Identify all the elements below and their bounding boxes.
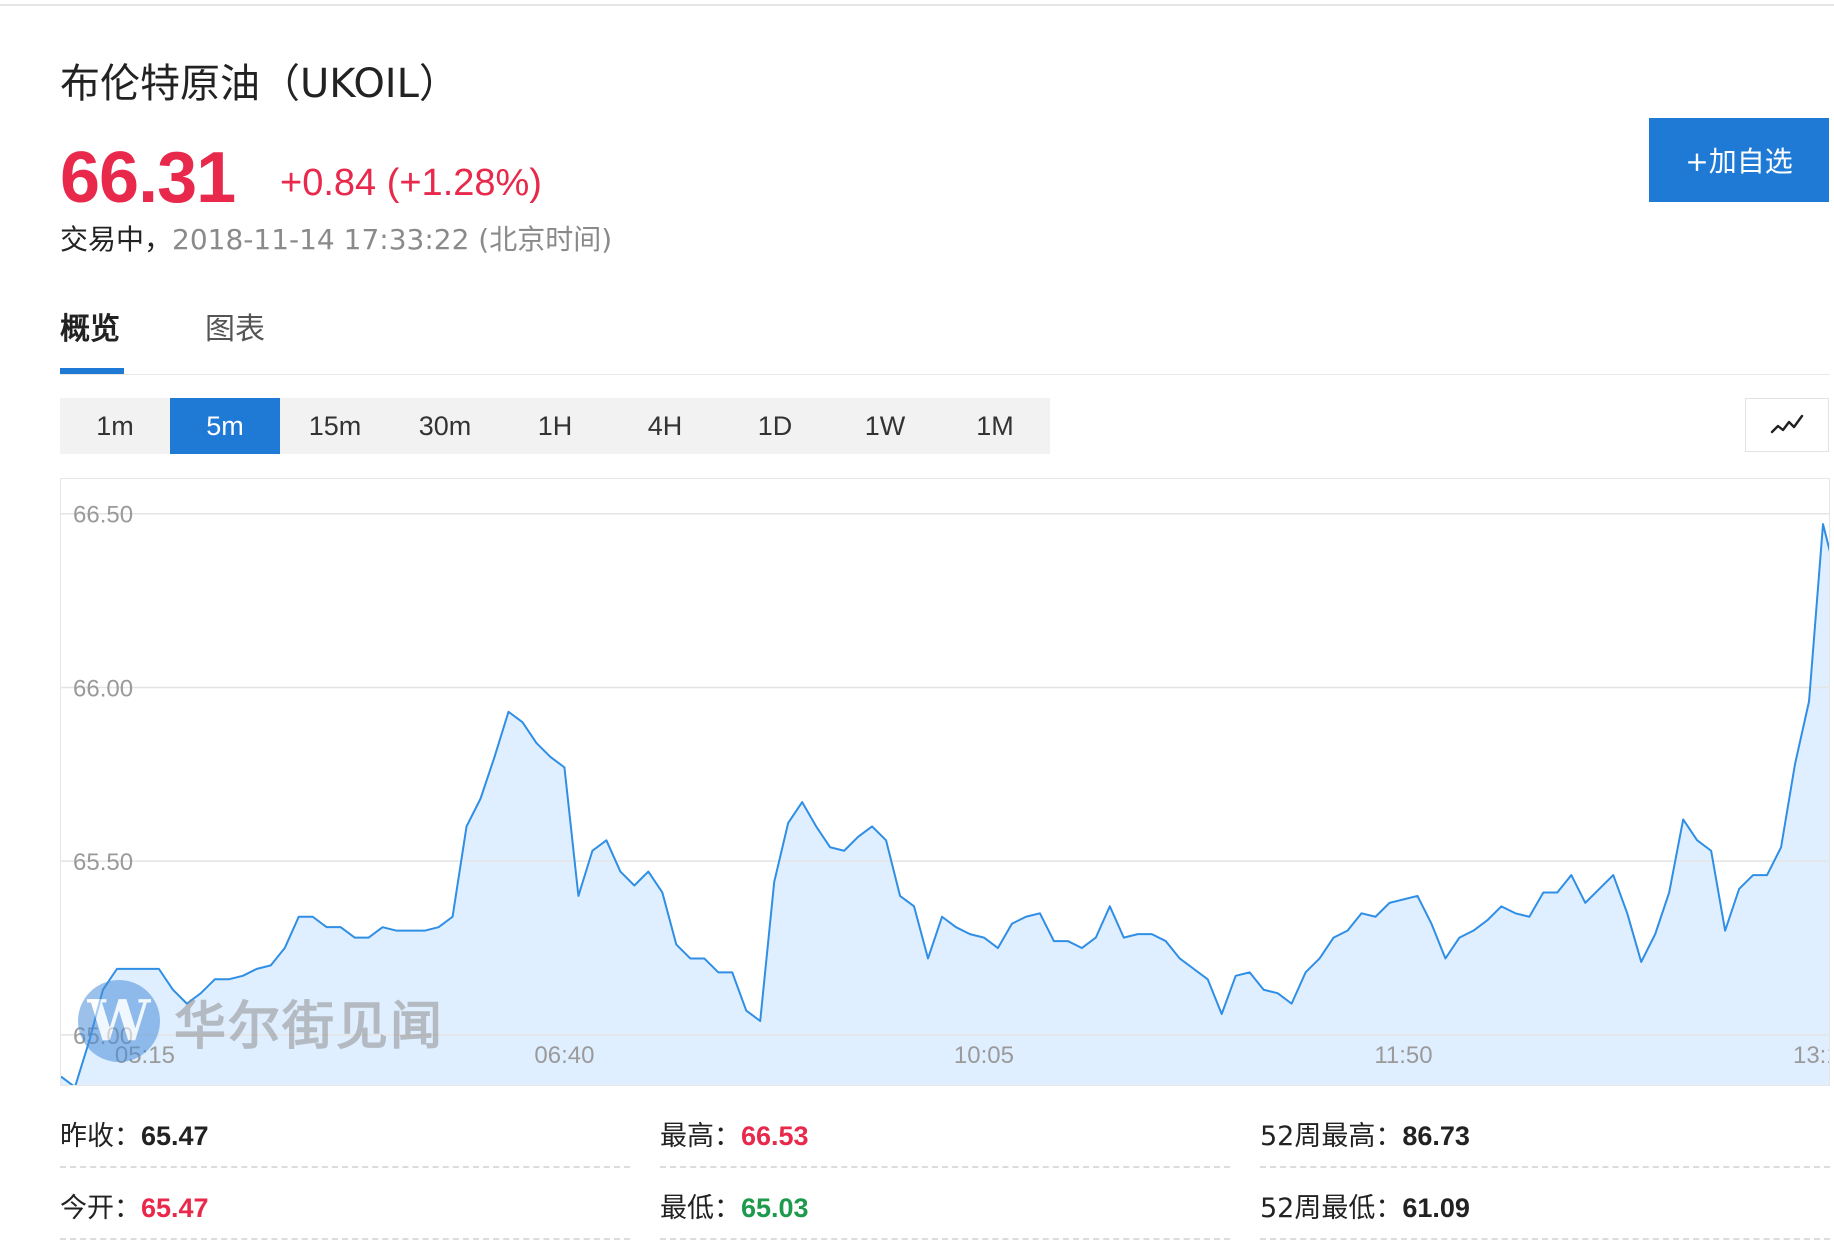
- tab-overview[interactable]: 概览: [60, 310, 120, 350]
- trading-status-line: 交易中，2018-11-14 17:33:22 (北京时间): [60, 220, 612, 260]
- top-divider: [0, 4, 1834, 6]
- interval-1d[interactable]: 1D: [720, 398, 830, 454]
- current-price: 66.31: [60, 138, 236, 218]
- tab-chart[interactable]: 图表: [205, 310, 265, 350]
- stat-label: 昨收：: [60, 1121, 141, 1152]
- y-tick-label: 66.00: [73, 675, 133, 702]
- stat-prev-close: 昨收：65.47: [60, 1108, 630, 1168]
- x-tick-label: 10:05: [954, 1042, 1014, 1069]
- active-tab-indicator: [60, 368, 124, 374]
- stat-52w-low: 52周最低：61.09: [1260, 1180, 1830, 1240]
- stat-open: 今开：65.47: [60, 1180, 630, 1240]
- add-to-watchlist-button[interactable]: +加自选: [1649, 118, 1829, 202]
- line-chart-icon: [1770, 414, 1804, 434]
- stat-value: 61.09: [1402, 1193, 1470, 1223]
- stat-label: 52周最低：: [1260, 1193, 1403, 1224]
- interval-1w[interactable]: 1W: [830, 398, 940, 454]
- chart-type-toggle[interactable]: [1745, 398, 1829, 452]
- stat-label: 52周最高：: [1260, 1121, 1403, 1152]
- interval-4h[interactable]: 4H: [610, 398, 720, 454]
- page-title: 布伦特原油（UKOIL）: [60, 61, 459, 107]
- stat-value: 86.73: [1402, 1121, 1470, 1151]
- trading-status: 交易中，: [60, 223, 173, 256]
- stat-value: 65.03: [741, 1193, 809, 1223]
- y-tick-label: 65.50: [73, 849, 133, 876]
- x-tick-label: 11:50: [1374, 1042, 1432, 1069]
- interval-selector: 1m 5m 15m 30m 1H 4H 1D 1W 1M: [60, 398, 1050, 454]
- watermark: W 华尔街见闻: [78, 980, 444, 1062]
- tab-bar: 概览 图表: [60, 300, 1830, 375]
- interval-5m[interactable]: 5m: [170, 398, 280, 454]
- y-tick-label: 66.50: [73, 502, 133, 529]
- x-tick-label: 06:40: [534, 1042, 594, 1069]
- interval-1mo[interactable]: 1M: [940, 398, 1050, 454]
- interval-30m[interactable]: 30m: [390, 398, 500, 454]
- stat-label: 最高：: [660, 1121, 741, 1152]
- interval-1h[interactable]: 1H: [500, 398, 610, 454]
- stat-label: 今开：: [60, 1193, 141, 1224]
- stat-low: 最低：65.03: [660, 1180, 1230, 1240]
- stat-value: 65.47: [141, 1121, 209, 1151]
- interval-1m[interactable]: 1m: [60, 398, 170, 454]
- interval-15m[interactable]: 15m: [280, 398, 390, 454]
- timestamp: 2018-11-14 17:33:22 (北京时间): [172, 223, 613, 256]
- stat-52w-high: 52周最高：86.73: [1260, 1108, 1830, 1168]
- watermark-text: 华尔街见闻: [174, 995, 445, 1057]
- stat-value: 66.53: [741, 1121, 809, 1151]
- price-change: +0.84 (+1.28%): [280, 162, 542, 204]
- stat-value: 65.47: [141, 1193, 209, 1223]
- x-tick-label: 13:15: [1793, 1042, 1830, 1069]
- stat-high: 最高：66.53: [660, 1108, 1230, 1168]
- watermark-logo-icon: W: [78, 980, 160, 1062]
- stat-label: 最低：: [660, 1193, 741, 1224]
